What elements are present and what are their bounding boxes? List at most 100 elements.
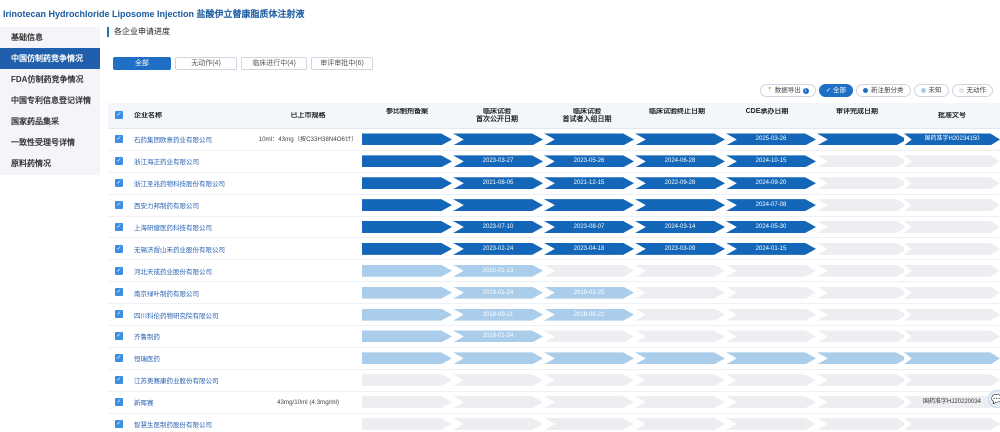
row-checkbox[interactable]: ✓ bbox=[108, 218, 130, 236]
row-checkbox[interactable]: ✓ bbox=[108, 174, 130, 192]
stage-segment: 2023-04-18 bbox=[544, 242, 634, 255]
filter-all[interactable]: ✓ 全部 bbox=[818, 84, 853, 97]
approval-number bbox=[904, 418, 1000, 431]
header-stage: 审评完成日期 bbox=[836, 107, 878, 115]
stage-segment: 2024-01-15 bbox=[726, 242, 816, 255]
stage-segment bbox=[635, 374, 725, 387]
approval-cell bbox=[904, 308, 1000, 321]
company-name-link[interactable]: 智慧生医制药股份有限公司 bbox=[130, 419, 258, 429]
select-all-checkbox[interactable]: ✓ bbox=[108, 111, 130, 120]
stage-segment bbox=[726, 418, 816, 431]
sidebar-item[interactable]: 中国仿制药竞争情况 bbox=[0, 48, 100, 69]
approval-number: 国药准字HJ20220034 bbox=[904, 396, 1000, 409]
approval-number bbox=[904, 221, 1000, 233]
row-checkbox[interactable]: ✓ bbox=[108, 393, 130, 411]
export-label: 数据导出 bbox=[774, 87, 801, 94]
row-checkbox[interactable]: ✓ bbox=[108, 327, 130, 345]
table-row: ✓ 齐鲁制药 2018-01-24 bbox=[108, 326, 1000, 348]
row-checkbox[interactable]: ✓ bbox=[108, 152, 130, 170]
row-checkbox[interactable]: ✓ bbox=[108, 240, 130, 258]
stage-track: 2018-01-24 bbox=[362, 330, 904, 343]
sidebar-item[interactable]: 基础信息 bbox=[0, 27, 100, 48]
table-body: ✓ 石药集团欧意药业有限公司 10ml：43mg（按C33H38N4O6计） 2025… bbox=[108, 129, 1000, 432]
row-checkbox[interactable]: ✓ bbox=[108, 284, 130, 302]
company-name-link[interactable]: 上海研健医药科技有限公司 bbox=[130, 222, 258, 232]
approval-number bbox=[904, 242, 1000, 255]
stage-track bbox=[362, 374, 904, 387]
row-checkbox[interactable]: ✓ bbox=[108, 349, 130, 367]
stage-track: 2023-02-24 2023-04-18 2023-03-09 2024-01-15 bbox=[362, 242, 904, 255]
stage-segment bbox=[817, 133, 904, 146]
stage-segment: 2023-03-09 bbox=[635, 242, 725, 255]
approval-number bbox=[904, 177, 1000, 190]
stage-segment bbox=[635, 418, 725, 431]
table-row: ✓ 西安力邦制药有限公司 2024-07-08 bbox=[108, 195, 1000, 217]
company-name-link[interactable]: 无锡济煜山禾药业股份有限公司 bbox=[130, 244, 258, 254]
stage-track-cell: 2023-02-24 2023-04-18 2023-03-09 2024-01-15 bbox=[358, 242, 904, 255]
stage-segment bbox=[362, 177, 452, 190]
stage-segment bbox=[817, 330, 904, 343]
header-name: 企业名称 bbox=[134, 111, 162, 119]
approval-cell bbox=[904, 221, 1000, 233]
tab-2[interactable]: 临床进行中(4) bbox=[241, 57, 307, 70]
company-name-link[interactable]: 浙江海正药业有限公司 bbox=[130, 156, 258, 166]
company-name-link[interactable]: 浙江圣兆药物科技股份有限公司 bbox=[130, 178, 258, 188]
stage-segment: 2024-05-30 bbox=[726, 221, 816, 233]
row-checkbox[interactable]: ✓ bbox=[108, 130, 130, 148]
stage-track-cell: 2020-01-13 bbox=[358, 264, 904, 277]
company-name-link[interactable]: 四川科伦药物研究院有限公司 bbox=[130, 310, 258, 320]
check-icon: ✓ bbox=[825, 87, 833, 94]
filter-new-class[interactable]: 新注册分类 bbox=[856, 84, 911, 97]
stage-segment: 2023-08-07 bbox=[544, 221, 634, 233]
table-row: ✓ 恒瑞医药 bbox=[108, 348, 1000, 370]
row-checkbox[interactable]: ✓ bbox=[108, 371, 130, 389]
approval-number bbox=[904, 352, 1000, 365]
approval-cell: 国药准字H20234150 bbox=[904, 133, 1000, 146]
checkbox-icon: ✓ bbox=[115, 135, 123, 144]
sidebar-item[interactable]: 一致性受理号详情 bbox=[0, 132, 100, 153]
stage-segment bbox=[817, 199, 904, 212]
dot-icon bbox=[920, 87, 926, 93]
company-name-link[interactable]: 西安力邦制药有限公司 bbox=[130, 200, 258, 210]
section-label: 各企业申请进度 bbox=[107, 27, 170, 37]
company-name-link[interactable]: 河北天成药业股份有限公司 bbox=[130, 266, 258, 276]
approval-cell bbox=[904, 286, 1000, 299]
row-checkbox[interactable]: ✓ bbox=[108, 262, 130, 280]
stage-segment bbox=[726, 374, 816, 387]
row-checkbox[interactable]: ✓ bbox=[108, 415, 130, 432]
approval-cell: 国药准字HJ20220034 bbox=[904, 396, 1000, 409]
sidebar-item[interactable]: 原料药情况 bbox=[0, 153, 100, 174]
company-name-link[interactable]: 石药集团欧意药业有限公司 bbox=[130, 134, 258, 144]
stage-segment bbox=[453, 418, 543, 431]
sidebar-item[interactable]: 国家药品集采 bbox=[0, 111, 100, 132]
company-name-link[interactable]: 南京绿叶制药有限公司 bbox=[130, 288, 258, 298]
chat-bubble-icon[interactable]: 💬 bbox=[988, 390, 1000, 408]
table-row: ✓ 浙江圣兆药物科技股份有限公司 2021-08-05 2021-12-15 2022-… bbox=[108, 173, 1000, 195]
filter-no-action[interactable]: 无动作 bbox=[951, 84, 993, 97]
checkbox-icon: ✓ bbox=[115, 200, 123, 209]
stage-track-cell bbox=[358, 418, 904, 431]
table-header: ✓ 企业名称 已上市规格 参比制剂备案 临床试验 首次公开日期 临床试验 首试者入组… bbox=[108, 103, 1000, 129]
stage-track bbox=[362, 352, 904, 365]
stage-segment: 2024-10-15 bbox=[726, 155, 816, 168]
filter-bar: ⇡ 数据导出 i ✓ 全部 新注册分类 未知 无动作 bbox=[759, 84, 993, 97]
company-name-link[interactable]: 新晖赛 bbox=[130, 397, 258, 407]
company-name-link[interactable]: 恒瑞医药 bbox=[130, 353, 258, 363]
stage-track: 2024-07-08 bbox=[362, 199, 904, 212]
sidebar-item[interactable]: 中国专利信息登记详情 bbox=[0, 90, 100, 111]
row-checkbox[interactable]: ✓ bbox=[108, 306, 130, 324]
tab-3[interactable]: 审评审批中(6) bbox=[311, 57, 373, 70]
sidebar-item[interactable]: FDA仿制药竞争情况 bbox=[0, 69, 100, 90]
approval-cell bbox=[904, 374, 1000, 387]
export-button[interactable]: ⇡ 数据导出 i bbox=[759, 84, 816, 97]
row-checkbox[interactable]: ✓ bbox=[108, 196, 130, 214]
filter-unknown[interactable]: 未知 bbox=[913, 84, 949, 97]
company-name-link[interactable]: 齐鲁制药 bbox=[130, 331, 258, 341]
stage-segment: 2023-07-10 bbox=[453, 221, 543, 233]
checkbox-icon: ✓ bbox=[115, 310, 123, 319]
tab-1[interactable]: 无动作(4) bbox=[175, 57, 237, 70]
tab-0[interactable]: 全部 bbox=[113, 57, 171, 70]
company-name-link[interactable]: 江苏奥赛康药业股份有限公司 bbox=[130, 375, 258, 385]
stage-segment bbox=[726, 330, 816, 343]
stage-segment bbox=[362, 242, 452, 255]
